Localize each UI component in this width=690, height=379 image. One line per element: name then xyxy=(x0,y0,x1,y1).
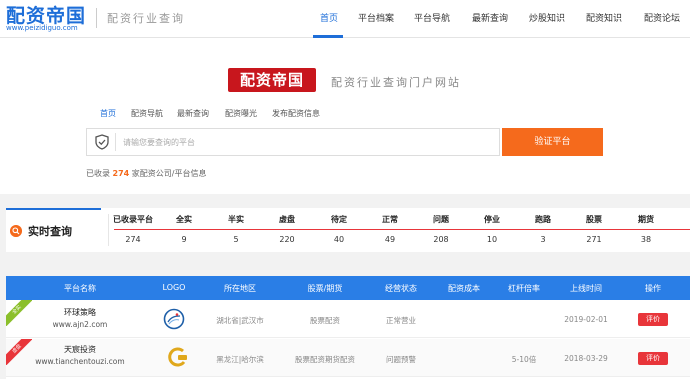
logo-divider xyxy=(96,8,97,28)
subnav-exposure[interactable]: 配资曝光 xyxy=(225,108,257,119)
stat-value-futures[interactable]: 38 xyxy=(616,235,676,244)
stats-title-block: 实时查询 xyxy=(6,208,101,252)
stat-header-futures: 期货 xyxy=(638,215,654,224)
ribbon-label: 虚盘 xyxy=(6,339,32,365)
platform-online-date: 2018-03-29 xyxy=(564,354,608,363)
table-row[interactable]: 全实 环球策略 www.ajn2.com 湖北省|武汉市 股票配资 正常营业 2… xyxy=(6,300,690,338)
stats-title-accent xyxy=(6,208,101,210)
nav-margin-forum[interactable]: 配资论坛 xyxy=(644,11,680,24)
nav-margin-knowledge[interactable]: 配资知识 xyxy=(586,11,622,24)
platform-url[interactable]: www.ajn2.com xyxy=(30,320,130,329)
search-placeholder: 请输您要查询的平台 xyxy=(123,138,195,147)
realtime-stats: 实时查询 已收录平台 全实 半实 虚盘 待定 正常 问题 停业 跑路 股票 期货… xyxy=(6,208,690,252)
site-url: www.peizidiguo.com xyxy=(6,24,78,32)
col-type: 股票/期货 xyxy=(307,284,343,293)
evaluate-button[interactable]: 评价 xyxy=(638,313,668,326)
nav-latest-query[interactable]: 最新查询 xyxy=(472,11,508,24)
verify-platform-button[interactable]: 验证平台 xyxy=(502,128,603,156)
platform-status: 问题预警 xyxy=(386,355,416,364)
platform-region: 湖北省|武汉市 xyxy=(216,316,264,325)
count-suffix: 家配资公司/平台信息 xyxy=(131,169,207,178)
stat-value-stock[interactable]: 271 xyxy=(564,235,624,244)
row-ribbon: 虚盘 xyxy=(6,339,32,365)
count-prefix: 已收录 xyxy=(86,169,110,178)
subnav-guide[interactable]: 配资导航 xyxy=(131,108,163,119)
row-ribbon: 全实 xyxy=(6,300,32,326)
platform-table: 平台名称 LOGO 所在地区 股票/期货 经营状态 配资成本 杠杆倍率 上线时间… xyxy=(6,276,690,379)
subnav-publish[interactable]: 发布配资信息 xyxy=(272,108,320,119)
platform-region: 黑龙江|哈尔滨 xyxy=(216,355,264,364)
stats-title: 实时查询 xyxy=(28,225,72,238)
col-action: 操作 xyxy=(645,284,661,293)
table-header: 平台名称 LOGO 所在地区 股票/期货 经营状态 配资成本 杠杆倍率 上线时间… xyxy=(6,276,690,300)
site-slogan: 配资行业查询 xyxy=(107,12,185,25)
nav-platform-archive[interactable]: 平台档案 xyxy=(358,11,394,24)
nav-stock-knowledge[interactable]: 炒股知识 xyxy=(529,11,565,24)
col-platform-name: 平台名称 xyxy=(64,284,96,293)
hero-slogan: 配资行业查询门户网站 xyxy=(331,76,461,89)
evaluate-button[interactable]: 评价 xyxy=(638,352,668,365)
stat-header-fake: 虚盘 xyxy=(279,215,295,224)
search-icon xyxy=(10,225,22,237)
globe-logo-icon xyxy=(163,308,185,330)
top-bar: 配资帝国 www.peizidiguo.com 配资行业查询 首页 平台档案 平… xyxy=(0,0,690,38)
nav-home[interactable]: 首页 xyxy=(320,11,338,24)
platform-url[interactable]: www.tianchentouzi.com xyxy=(30,357,130,366)
ribbon-label: 全实 xyxy=(6,300,32,326)
gold-logo-icon xyxy=(168,347,187,367)
nav-platform-guide[interactable]: 平台导航 xyxy=(414,11,450,24)
stat-header-full-real: 全实 xyxy=(176,215,192,224)
subnav-latest[interactable]: 最新查询 xyxy=(177,108,209,119)
stats-separator xyxy=(114,229,690,230)
platform-name[interactable]: 天宸投资 xyxy=(35,344,125,355)
subnav-home[interactable]: 首页 xyxy=(100,108,116,119)
count-value: 274 xyxy=(112,169,130,178)
platform-online-date: 2019-02-01 xyxy=(564,315,608,324)
hero-logo: 配资帝国 xyxy=(228,68,316,92)
search-divider xyxy=(115,133,116,151)
table-row[interactable]: 虚盘 天宸投资 www.tianchentouzi.com 黑龙江|哈尔滨 股票… xyxy=(6,339,690,377)
stat-value-full-real[interactable]: 9 xyxy=(154,235,214,244)
col-region: 所在地区 xyxy=(224,284,256,293)
platform-status: 正常营业 xyxy=(386,316,416,325)
platform-count: 已收录 274 家配资公司/平台信息 xyxy=(86,168,207,179)
stat-header-stock: 股票 xyxy=(586,215,602,224)
hero-section: 配资帝国 配资行业查询门户网站 首页 配资导航 最新查询 配资曝光 发布配资信息… xyxy=(0,38,690,194)
stat-value-fake[interactable]: 220 xyxy=(257,235,317,244)
platform-name[interactable]: 环球策略 xyxy=(35,307,125,318)
shield-icon xyxy=(95,134,109,150)
